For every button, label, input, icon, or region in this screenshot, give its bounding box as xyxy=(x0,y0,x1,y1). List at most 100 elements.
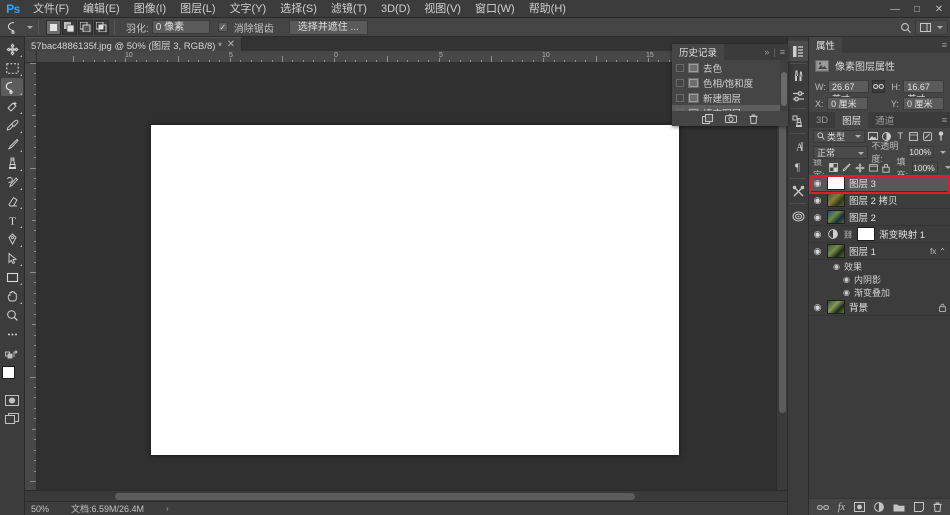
zoom-tool[interactable] xyxy=(1,306,23,324)
tab-channels[interactable]: 通道 xyxy=(868,112,902,128)
layer-thumbnail[interactable] xyxy=(827,176,845,190)
history-snapshot-checkbox[interactable] xyxy=(676,93,684,102)
antialias-checkbox[interactable]: ✓ xyxy=(217,22,228,32)
menu-3d[interactable]: 3D(D) xyxy=(374,0,417,18)
layer-row[interactable]: ◉ 图层 2 xyxy=(809,209,950,226)
y-input[interactable]: 0 厘米 xyxy=(903,97,944,110)
feather-input[interactable]: 0 像素 xyxy=(151,20,210,34)
canvas-image[interactable] xyxy=(151,125,679,455)
clone-stamp-tool[interactable] xyxy=(1,154,23,172)
hand-tool[interactable] xyxy=(1,287,23,305)
menu-type[interactable]: 文字(Y) xyxy=(223,0,274,18)
select-and-mask-button[interactable]: 选择并遮住 ... xyxy=(288,19,368,35)
panel-menu-icon[interactable]: ≡ xyxy=(780,47,785,57)
clone-source-panel-icon[interactable] xyxy=(788,111,808,131)
blend-mode-select[interactable]: 正常 xyxy=(813,145,869,159)
canvas-viewport[interactable] xyxy=(37,63,787,490)
history-item[interactable]: 填充图层 xyxy=(672,105,788,111)
layer-visibility-icon[interactable]: ◉ xyxy=(812,246,823,257)
history-scrollbar[interactable] xyxy=(780,60,788,111)
add-layer-mask-icon[interactable] xyxy=(854,502,866,512)
edit-toolbar-ellipsis-icon[interactable] xyxy=(1,325,23,343)
marquee-tool[interactable] xyxy=(1,59,23,77)
mask-link-icon[interactable]: ⛓ xyxy=(843,230,853,239)
menu-layer[interactable]: 图层(L) xyxy=(173,0,222,18)
scrollbar-thumb[interactable] xyxy=(779,123,786,413)
workspace-switcher-button[interactable] xyxy=(915,20,948,35)
minimize-button[interactable]: — xyxy=(884,0,906,18)
layer-effect-item[interactable]: ◉ 渐变叠加 xyxy=(809,286,950,299)
new-layer-icon[interactable] xyxy=(914,502,925,512)
filter-toggle-icon[interactable] xyxy=(936,131,947,142)
add-layer-style-icon[interactable]: fx xyxy=(838,502,845,513)
opacity-input[interactable]: 100% xyxy=(908,146,934,158)
layer-effect-item[interactable]: ◉ 内阴影 xyxy=(809,273,950,286)
rectangle-tool[interactable] xyxy=(1,268,23,286)
lock-position-icon[interactable] xyxy=(854,162,865,173)
swap-colors-icon[interactable] xyxy=(1,344,23,362)
maximize-button[interactable]: □ xyxy=(906,0,928,18)
adjustments-panel-icon[interactable] xyxy=(788,86,808,106)
tab-3d[interactable]: 3D xyxy=(809,112,836,128)
menu-window[interactable]: 窗口(W) xyxy=(468,0,522,18)
canvas-horizontal-scrollbar[interactable] xyxy=(25,490,787,501)
tool-presets-panel-icon[interactable] xyxy=(788,181,808,201)
fill-input[interactable]: 100% xyxy=(912,161,938,174)
layer-name[interactable]: 图层 3 xyxy=(849,176,950,190)
menu-edit[interactable]: 编辑(E) xyxy=(76,0,127,18)
history-item[interactable]: 新建图层 xyxy=(672,90,788,105)
delete-layer-icon[interactable] xyxy=(933,502,942,512)
lasso-tool[interactable] xyxy=(1,78,23,96)
menu-file[interactable]: 文件(F) xyxy=(26,0,76,18)
layer-name[interactable]: 背景 xyxy=(849,300,935,314)
navigator-panel-icon[interactable] xyxy=(788,206,808,226)
panel-menu-icon[interactable]: ≡ xyxy=(942,115,947,125)
paragraph-panel-icon[interactable]: ¶ xyxy=(788,156,808,176)
new-selection-button[interactable] xyxy=(46,19,61,35)
fx-icon[interactable]: fx xyxy=(930,247,936,256)
search-icon[interactable] xyxy=(900,22,912,34)
layer-visibility-icon[interactable]: ◉ xyxy=(812,302,823,313)
zoom-level[interactable]: 50% xyxy=(31,504,49,514)
menu-filter[interactable]: 滤镜(T) xyxy=(324,0,374,18)
history-list[interactable]: 去色 色相/饱和度 新建图层 填充图层 xyxy=(672,60,788,111)
brush-panel-icon[interactable] xyxy=(788,66,808,86)
menu-help[interactable]: 帮助(H) xyxy=(522,0,573,18)
canvas-vertical-scrollbar[interactable] xyxy=(776,63,787,490)
layer-visibility-icon[interactable]: ◉ xyxy=(812,212,823,223)
scrollbar-thumb[interactable] xyxy=(781,72,787,106)
add-to-selection-button[interactable] xyxy=(62,19,77,35)
pen-tool[interactable] xyxy=(1,230,23,248)
chevron-down-icon[interactable] xyxy=(854,134,861,138)
color-swatches[interactable] xyxy=(1,366,23,388)
delete-state-icon[interactable] xyxy=(749,114,758,124)
layer-list[interactable]: ◉ 图层 3 ◉ 图层 2 拷贝 ◉ 图层 2 ◉ ⛓ 渐变映射 1 ◉ 图层 … xyxy=(809,175,950,498)
layer-thumbnail[interactable] xyxy=(827,193,845,207)
foreground-color-swatch[interactable] xyxy=(2,366,15,379)
history-item[interactable]: 色相/饱和度 xyxy=(672,75,788,90)
collapse-panel-icon[interactable]: » xyxy=(764,47,769,57)
tab-history[interactable]: 历史记录 xyxy=(672,44,725,60)
layer-row[interactable]: ◉ 背景 xyxy=(809,299,950,316)
screen-mode-icon[interactable] xyxy=(1,410,23,428)
effect-visibility-icon[interactable]: ◉ xyxy=(843,288,850,297)
link-dimensions-icon[interactable] xyxy=(871,80,886,93)
menu-select[interactable]: 选择(S) xyxy=(273,0,324,18)
history-brush-tool[interactable] xyxy=(1,173,23,191)
layer-filter-select[interactable]: 类型 xyxy=(813,129,865,143)
history-snapshot-checkbox[interactable] xyxy=(676,78,684,87)
layer-visibility-icon[interactable]: ◉ xyxy=(812,195,823,206)
filter-smart-icon[interactable] xyxy=(922,131,933,142)
effects-expand-chevron-icon[interactable]: ⌃ xyxy=(939,247,946,256)
tab-layers[interactable]: 图层 xyxy=(835,112,869,128)
lock-image-icon[interactable] xyxy=(842,162,851,173)
create-snapshot-icon[interactable] xyxy=(725,114,737,123)
character-panel-icon[interactable]: A xyxy=(788,136,808,156)
layer-row[interactable]: ◉ ⛓ 渐变映射 1 xyxy=(809,226,950,243)
layer-mask-thumbnail[interactable] xyxy=(857,227,876,241)
x-input[interactable]: 0 厘米 xyxy=(827,97,869,110)
layer-visibility-icon[interactable]: ◉ xyxy=(812,229,823,240)
layer-thumbnail[interactable] xyxy=(827,210,845,224)
scrollbar-thumb[interactable] xyxy=(115,493,635,500)
layer-thumbnail[interactable] xyxy=(827,244,845,258)
